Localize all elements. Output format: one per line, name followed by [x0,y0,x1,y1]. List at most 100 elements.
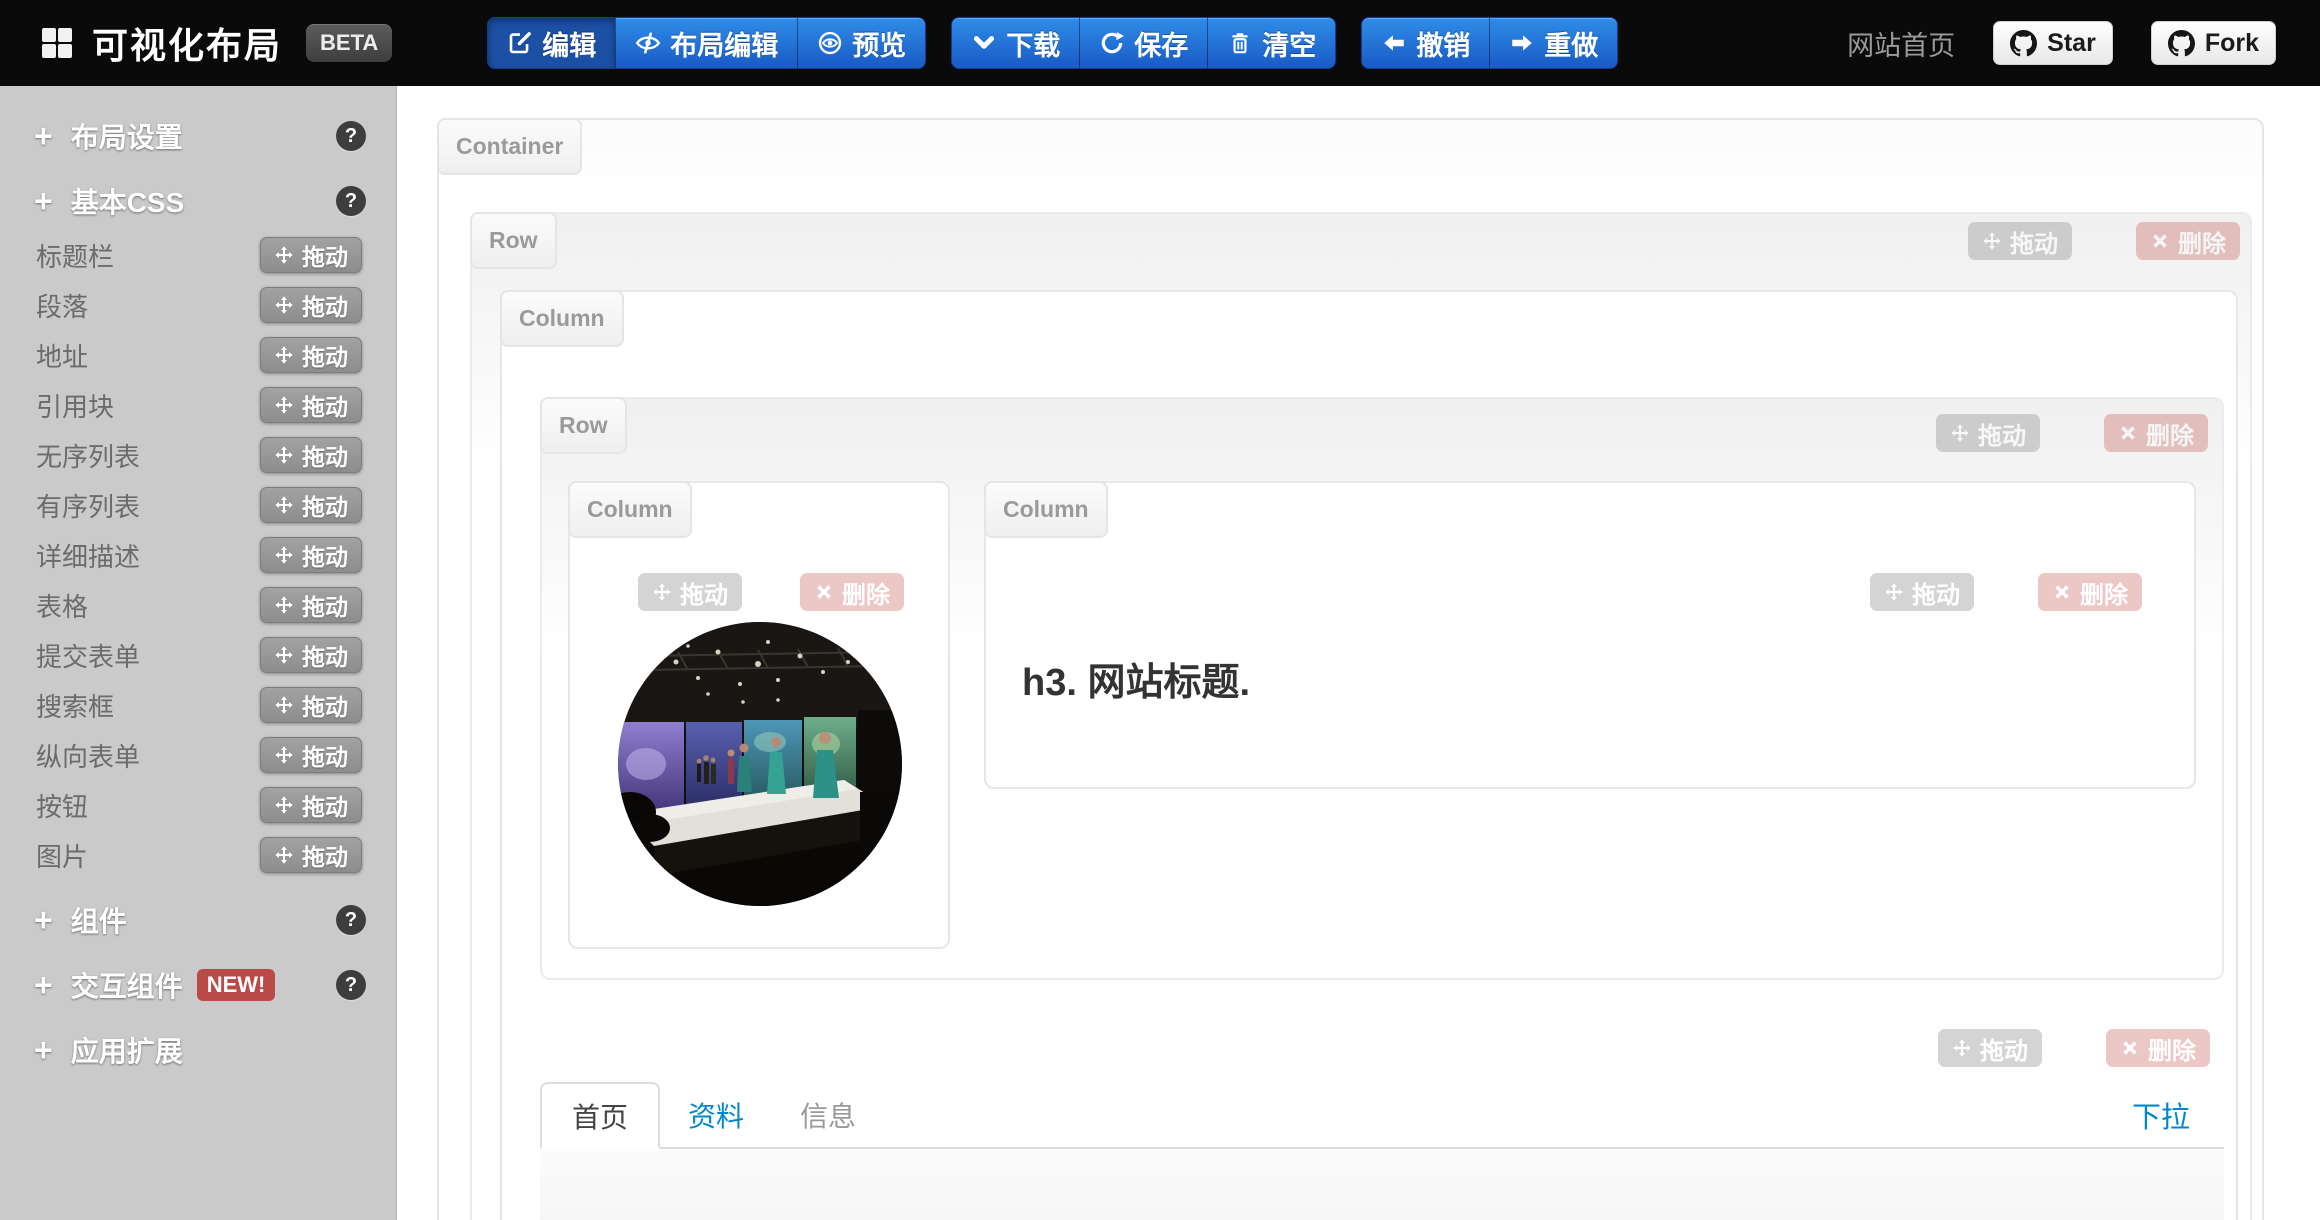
sidebar-section-label: 应用扩展 [71,1030,183,1070]
drag-handle-button[interactable]: 拖动 [260,387,362,423]
clear-button-label: 清空 [1262,24,1316,63]
drag-handle-button[interactable]: 拖动 [260,487,362,523]
delete-tool-label: 删除 [2178,224,2226,259]
delete-tool-button[interactable]: 删除 [2038,573,2142,611]
inner-row-block: Row 拖动 删除 Column [540,397,2224,980]
sidebar-section-basic-css[interactable]: 基本CSS [0,175,396,227]
dropdown-toggle[interactable]: 下拉 [2132,1082,2224,1147]
download-button[interactable]: 下载 [951,17,1080,69]
sidebar-item-search-box: 搜索框 拖动 [0,680,396,730]
help-icon[interactable] [336,121,366,151]
edit-icon [507,30,533,56]
layout-canvas: Container Row 拖动 删除 Column Row [397,86,2320,1220]
drag-handle-button[interactable]: 拖动 [260,237,362,273]
drag-tool-label: 拖动 [2010,224,2058,259]
sidebar-item-label: 表格 [36,587,88,624]
tab-profile[interactable]: 资料 [660,1082,772,1147]
save-icon [1099,30,1125,56]
delete-tool-button[interactable]: 删除 [2104,414,2208,452]
drag-handle-button[interactable]: 拖动 [260,537,362,573]
help-icon[interactable] [336,905,366,935]
sidebar-section-app-extensions[interactable]: 应用扩展 [0,1024,396,1076]
new-badge: NEW! [197,969,276,1001]
edit-button-group: 编辑 布局编辑 预览 [487,17,926,69]
site-heading-text[interactable]: h3. 网站标题. [1022,651,1250,706]
drag-tool-button[interactable]: 拖动 [1936,414,2040,452]
site-home-link[interactable]: 网站首页 [1847,24,1955,63]
sidebar-item-label: 无序列表 [36,437,140,474]
sidebar-item-label: 引用块 [36,387,114,424]
sidebar-item-label: 纵向表单 [36,737,140,774]
drag-handle-button[interactable]: 拖动 [260,587,362,623]
plus-icon [34,183,53,220]
sidebar-section-interactive-components[interactable]: 交互组件 NEW! [0,959,396,1011]
drag-handle-label: 拖动 [302,438,348,472]
trash-icon [1227,30,1253,56]
drag-handle-button[interactable]: 拖动 [260,787,362,823]
drag-handle-button[interactable]: 拖动 [260,287,362,323]
sidebar-section-label: 交互组件 [71,965,183,1005]
sidebar-item-button: 按钮 拖动 [0,780,396,830]
sidebar-item-vertical-form: 纵向表单 拖动 [0,730,396,780]
sidebar-section-components[interactable]: 组件 [0,894,396,946]
delete-tool-button[interactable]: 删除 [800,573,904,611]
close-x-icon [2052,582,2072,602]
delete-tool-button[interactable]: 删除 [2136,222,2240,260]
github-star-button[interactable]: Star [1993,21,2113,65]
drag-handle-button[interactable]: 拖动 [260,337,362,373]
sidebar-section-layout-settings[interactable]: 布局设置 [0,110,396,162]
tab-home[interactable]: 首页 [540,1082,660,1149]
block-tools: 拖动 删除 [1870,573,2142,611]
move-icon [274,745,294,765]
drag-handle-label: 拖动 [302,388,348,422]
drag-handle-label: 拖动 [302,838,348,872]
delete-tool-button[interactable]: 删除 [2106,1029,2210,1067]
file-button-group: 下载 保存 清空 [951,17,1336,69]
delete-tool-label: 删除 [842,575,890,610]
drag-handle-button[interactable]: 拖动 [260,837,362,873]
sidebar-item-label: 详细描述 [36,537,140,574]
help-icon[interactable] [336,970,366,1000]
drag-tool-button[interactable]: 拖动 [1968,222,2072,260]
sidebar-item-heading: 标题栏 拖动 [0,230,396,280]
move-icon [274,845,294,865]
move-icon [274,495,294,515]
move-icon [1982,231,2002,251]
history-button-group: 撤销 重做 [1361,17,1618,69]
drag-handle-button[interactable]: 拖动 [260,737,362,773]
undo-button[interactable]: 撤销 [1361,17,1490,69]
download-button-label: 下载 [1006,24,1060,63]
edit-button[interactable]: 编辑 [487,17,616,69]
drag-handle-button[interactable]: 拖动 [260,687,362,723]
tab-info[interactable]: 信息 [772,1082,884,1147]
drag-handle-button[interactable]: 拖动 [260,637,362,673]
github-icon [2168,30,2195,57]
preview-button[interactable]: 预览 [797,17,926,69]
drag-tool-button[interactable]: 拖动 [638,573,742,611]
move-icon [274,545,294,565]
move-icon [274,795,294,815]
move-icon [274,445,294,465]
drag-tool-button[interactable]: 拖动 [1938,1029,2042,1067]
drag-tool-label: 拖动 [1978,416,2026,451]
sidebar-item-label: 图片 [36,837,88,874]
redo-button[interactable]: 重做 [1489,17,1618,69]
runway-photo-image[interactable] [618,622,902,906]
beta-badge: BETA [306,24,392,62]
drag-handle-button[interactable]: 拖动 [260,437,362,473]
help-icon[interactable] [336,186,366,216]
drag-tool-button[interactable]: 拖动 [1870,573,1974,611]
layout-edit-button[interactable]: 布局编辑 [615,17,798,69]
drag-handle-label: 拖动 [302,538,348,572]
download-icon [971,30,997,56]
save-button[interactable]: 保存 [1079,17,1208,69]
clear-button[interactable]: 清空 [1207,17,1336,69]
sidebar-item-label: 按钮 [36,787,88,824]
delete-tool-label: 删除 [2148,1031,2196,1066]
row-tag: Row [470,212,557,269]
sidebar-item-address: 地址 拖动 [0,330,396,380]
block-tools: 拖动 删除 [1968,222,2240,260]
move-icon [274,695,294,715]
github-fork-button[interactable]: Fork [2151,21,2276,65]
move-icon [652,582,672,602]
